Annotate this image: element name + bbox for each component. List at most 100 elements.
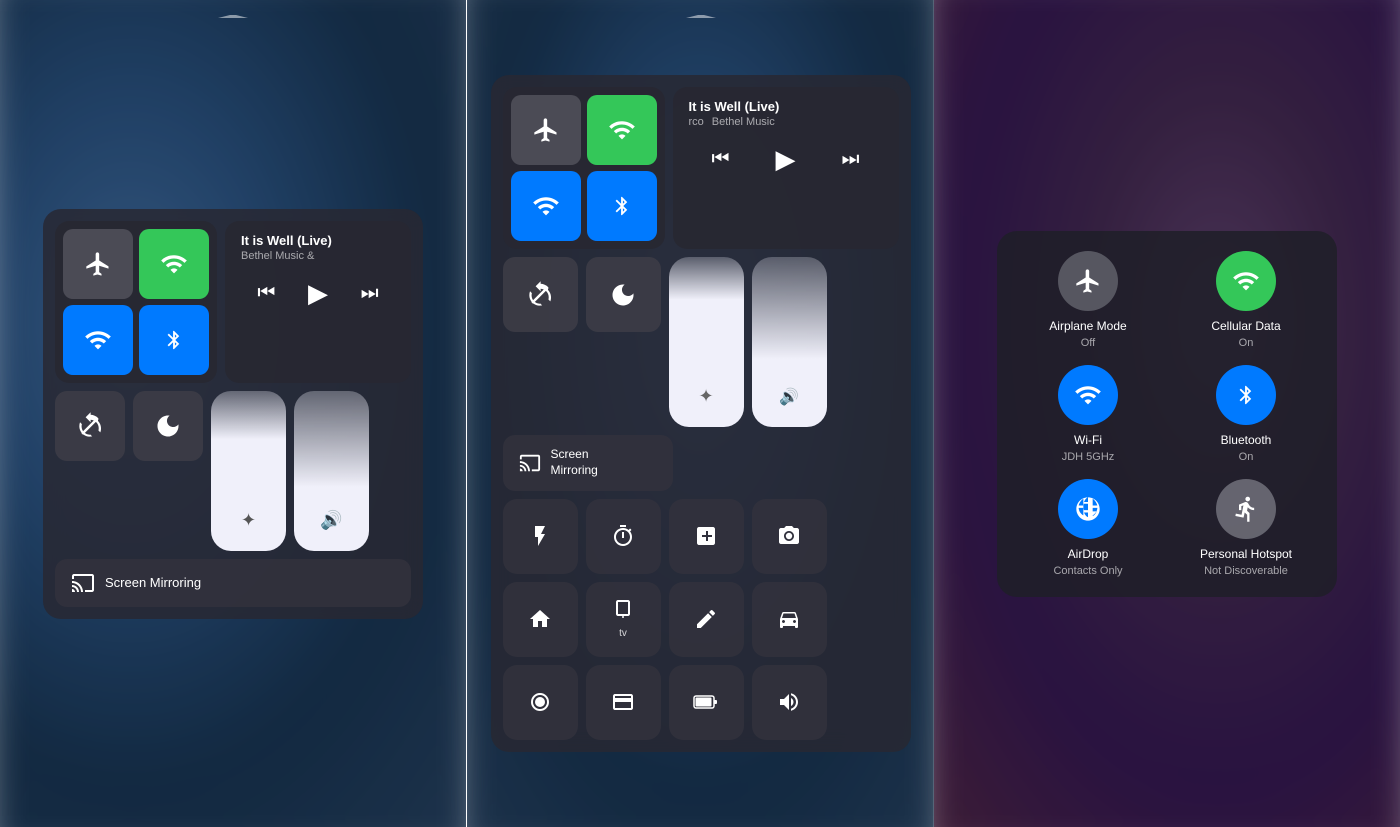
rotation-lock-btn-left[interactable]: [55, 391, 125, 461]
timer-icon: [611, 524, 635, 548]
screen-record-btn[interactable]: [503, 665, 578, 740]
cellular-icon: [160, 250, 188, 278]
bluetooth-icon-left: [163, 326, 185, 354]
airdrop-label: AirDrop: [1068, 547, 1109, 561]
flashlight-icon: [528, 524, 552, 548]
volume-slider-center[interactable]: 🔊: [752, 257, 827, 427]
camera-icon: [777, 524, 801, 548]
network-item-bluetooth: Bluetooth On: [1175, 365, 1317, 463]
wifi-label: Wi-Fi: [1074, 433, 1102, 447]
flashlight-btn[interactable]: [503, 499, 578, 574]
brightness-slider-center[interactable]: ✦: [669, 257, 744, 427]
cellular-label: Cellular Data: [1211, 319, 1280, 333]
panel-center: It is Well (Live) rco Bethel Music ⏮ ▶ ⏭: [467, 0, 934, 827]
volume-icon-center: 🔊: [779, 387, 799, 407]
home-icon: [528, 607, 552, 631]
brightness-icon-center: ✦: [698, 386, 713, 407]
music-widget-left: It is Well (Live) Bethel Music & ⏮ ▶ ⏭: [225, 221, 411, 383]
connectivity-block-left: [55, 221, 217, 383]
wifi-icon-right: [1074, 381, 1102, 409]
airplane-icon-right: [1074, 267, 1102, 295]
hotspot-label: Personal Hotspot: [1200, 547, 1292, 561]
cellular-circle[interactable]: [1216, 251, 1276, 311]
home-btn[interactable]: [503, 582, 578, 657]
carplay-btn[interactable]: [752, 582, 827, 657]
wifi-icon-left: [84, 326, 112, 354]
timer-btn[interactable]: [586, 499, 661, 574]
forward-btn-center[interactable]: ⏭: [834, 144, 868, 175]
hotspot-circle[interactable]: [1216, 479, 1276, 539]
panel-left: It is Well (Live) Bethel Music & ⏮ ▶ ⏭: [0, 0, 466, 827]
bluetooth-btn-left[interactable]: [139, 305, 209, 375]
airdrop-circle[interactable]: [1058, 479, 1118, 539]
wifi-btn-left[interactable]: [63, 305, 133, 375]
wallet-icon: [611, 690, 635, 714]
screen-mirroring-btn-left[interactable]: Screen Mirroring: [55, 559, 411, 607]
network-item-wifi: Wi-Fi JDH 5GHz: [1017, 365, 1159, 463]
volume-slider-left[interactable]: 🔊: [294, 391, 369, 551]
wallet-btn[interactable]: [586, 665, 661, 740]
camera-btn[interactable]: [752, 499, 827, 574]
brightness-icon-left: ✦: [241, 510, 256, 531]
appletv-icon: [611, 598, 635, 622]
screen-mirroring-label-left: Screen Mirroring: [105, 575, 201, 590]
network-panel: Airplane Mode Off Cellular Data On: [997, 231, 1337, 597]
bluetooth-icon-center: [611, 192, 633, 220]
panel-right: Airplane Mode Off Cellular Data On: [934, 0, 1400, 827]
rewind-btn-left[interactable]: ⏮: [249, 278, 283, 309]
wifi-sublabel: JDH 5GHz: [1062, 451, 1115, 463]
music-title-center: It is Well (Live): [689, 99, 883, 114]
control-center-center: It is Well (Live) rco Bethel Music ⏮ ▶ ⏭: [491, 75, 911, 751]
music-controls-center: ⏮ ▶ ⏭: [689, 140, 883, 179]
airplane-label: Airplane Mode: [1049, 319, 1126, 333]
bluetooth-label: Bluetooth: [1221, 433, 1272, 447]
music-artist1-center: rco: [689, 116, 704, 128]
bluetooth-btn-center[interactable]: [587, 171, 657, 241]
bluetooth-circle[interactable]: [1216, 365, 1276, 425]
connectivity-block-center: [503, 87, 665, 249]
brightness-slider-left[interactable]: ✦: [211, 391, 286, 551]
rotation-lock-btn-center[interactable]: [503, 257, 578, 332]
airplane-mode-circle[interactable]: [1058, 251, 1118, 311]
airplane-sublabel: Off: [1081, 337, 1095, 349]
network-item-hotspot: Personal Hotspot Not Discoverable: [1175, 479, 1317, 577]
do-not-disturb-btn-center[interactable]: [586, 257, 661, 332]
music-title-left: It is Well (Live): [241, 233, 395, 248]
do-not-disturb-btn-left[interactable]: [133, 391, 203, 461]
car-icon: [777, 607, 801, 631]
airplane-icon-center: [532, 116, 560, 144]
battery-icon: [693, 690, 719, 714]
network-item-airplane: Airplane Mode Off: [1017, 251, 1159, 349]
airplane-mode-btn[interactable]: [63, 229, 133, 299]
screen-mirroring-label-center: ScreenMirroring: [551, 447, 598, 478]
calculator-btn[interactable]: [669, 499, 744, 574]
play-btn-center[interactable]: ▶: [768, 140, 804, 179]
shazam-btn[interactable]: [752, 665, 827, 740]
wifi-circle[interactable]: [1058, 365, 1118, 425]
screen-mirroring-btn-center[interactable]: ScreenMirroring: [503, 435, 673, 490]
rewind-btn-center[interactable]: ⏮: [704, 144, 738, 175]
battery-btn[interactable]: [669, 665, 744, 740]
network-item-cellular: Cellular Data On: [1175, 251, 1317, 349]
play-btn-left[interactable]: ▶: [300, 274, 336, 313]
control-center-left: It is Well (Live) Bethel Music & ⏮ ▶ ⏭: [43, 209, 423, 619]
notes-btn[interactable]: [669, 582, 744, 657]
cellular-btn-center[interactable]: [587, 95, 657, 165]
network-item-airdrop: AirDrop Contacts Only: [1017, 479, 1159, 577]
app-grid-center: tv: [503, 499, 827, 740]
cellular-btn[interactable]: [139, 229, 209, 299]
calculator-icon: [694, 524, 718, 548]
cellular-sublabel: On: [1239, 337, 1254, 349]
hotspot-sublabel: Not Discoverable: [1204, 565, 1288, 577]
appletv-btn[interactable]: tv: [586, 582, 661, 657]
airplane-mode-btn-center[interactable]: [511, 95, 581, 165]
forward-btn-left[interactable]: ⏭: [353, 278, 387, 309]
cellular-icon-right: [1232, 267, 1260, 295]
moon-icon-left: [154, 412, 182, 440]
soundwave-icon: [777, 690, 801, 714]
wifi-btn-center[interactable]: [511, 171, 581, 241]
network-grid: Airplane Mode Off Cellular Data On: [1017, 251, 1317, 577]
bluetooth-sublabel: On: [1239, 451, 1254, 463]
music-widget-center: It is Well (Live) rco Bethel Music ⏮ ▶ ⏭: [673, 87, 899, 249]
notes-icon: [694, 607, 718, 631]
